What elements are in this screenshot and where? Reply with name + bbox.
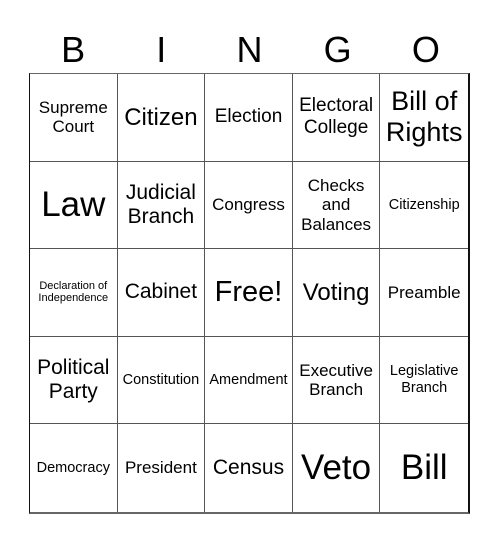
bingo-header: B I N G O xyxy=(29,28,470,72)
bingo-cell[interactable]: Citizenship xyxy=(380,162,468,250)
bingo-cell[interactable]: Election xyxy=(205,74,293,162)
bingo-cell[interactable]: Electoral College xyxy=(292,74,381,162)
bingo-cell[interactable]: Supreme Court xyxy=(30,74,118,162)
bingo-cell[interactable]: Declaration of Independence xyxy=(30,249,118,337)
header-letter-o: O xyxy=(411,29,440,70)
bingo-cell[interactable]: Congress xyxy=(205,161,293,250)
free-space-cell[interactable]: Free! xyxy=(205,249,293,337)
bingo-cell[interactable]: Constitution xyxy=(117,336,206,425)
header-letter-i: I xyxy=(156,29,167,70)
bingo-cell[interactable]: Bill xyxy=(380,424,468,512)
bingo-cell[interactable]: President xyxy=(118,424,206,512)
bingo-cell[interactable]: Bill of Rights xyxy=(380,74,468,162)
bingo-cell[interactable]: Census xyxy=(205,424,293,512)
bingo-cell[interactable]: Judicial Branch xyxy=(117,161,206,250)
bingo-cell[interactable]: Amendment xyxy=(205,336,293,425)
bingo-cell[interactable]: Preamble xyxy=(380,249,468,337)
bingo-cell[interactable]: Citizen xyxy=(117,74,206,162)
bingo-grid: Supreme Court Citizen Election Electoral… xyxy=(29,73,470,514)
bingo-cell[interactable]: Democracy xyxy=(30,424,118,512)
bingo-cell[interactable]: Cabinet xyxy=(117,249,206,337)
header-letter-g: G xyxy=(323,29,352,70)
header-letter-b: B xyxy=(61,29,86,70)
bingo-cell[interactable]: Executive Branch xyxy=(292,336,381,425)
bingo-cell[interactable]: Law xyxy=(30,161,118,250)
bingo-cell[interactable]: Checks and Balances xyxy=(292,161,381,250)
bingo-cell[interactable]: Legislative Branch xyxy=(380,337,468,425)
header-letter-n: N xyxy=(236,29,263,70)
bingo-cell[interactable]: Political Party xyxy=(30,336,118,425)
bingo-cell[interactable]: Veto xyxy=(293,424,381,512)
bingo-cell[interactable]: Voting xyxy=(292,249,381,337)
